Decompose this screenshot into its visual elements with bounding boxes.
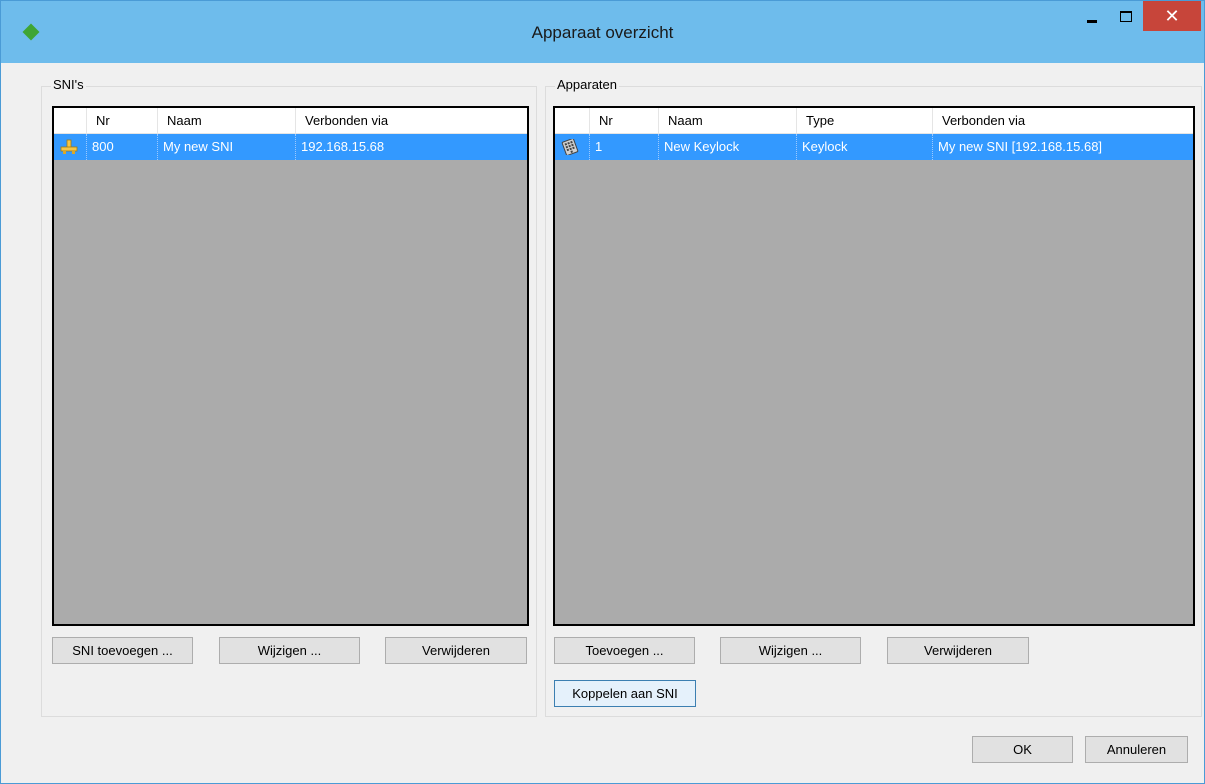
- device-icon-column-header[interactable]: [555, 108, 590, 134]
- sni-column-naam[interactable]: Naam: [158, 108, 296, 134]
- sni-row-verbonden-via: 192.168.15.68: [301, 139, 385, 154]
- sni-column-verbonden-via[interactable]: Verbonden via: [296, 108, 527, 134]
- device-add-button[interactable]: Toevoegen ...: [554, 637, 695, 664]
- apparaat-overzicht-window: Apparaat overzicht ✕ SNI's Nr Naam Verbo…: [0, 0, 1205, 784]
- window-title: Apparaat overzicht: [531, 23, 674, 42]
- ok-button[interactable]: OK: [972, 736, 1073, 763]
- sni-edit-button[interactable]: Wijzigen ...: [219, 637, 360, 664]
- sni-row-icon-cell: [54, 134, 87, 160]
- devices-list[interactable]: Nr Naam Type Verbonden via 1 New Keylock: [553, 106, 1195, 626]
- cancel-button[interactable]: Annuleren: [1085, 736, 1188, 763]
- sni-delete-button[interactable]: Verwijderen: [385, 637, 527, 664]
- sni-list[interactable]: Nr Naam Verbonden via 800 My new SNI 192…: [52, 106, 529, 626]
- devices-column-nr[interactable]: Nr: [590, 108, 659, 134]
- sni-row-nr: 800: [87, 134, 158, 160]
- device-row-nr: 1: [590, 134, 659, 160]
- minimize-icon: [1087, 19, 1097, 23]
- maximize-icon: [1120, 10, 1132, 22]
- device-row-verbonden-via: My new SNI [192.168.15.68]: [938, 139, 1103, 154]
- minimize-button[interactable]: [1079, 1, 1105, 31]
- sni-list-row[interactable]: 800 My new SNI 192.168.15.68: [54, 134, 527, 160]
- devices-column-type[interactable]: Type: [797, 108, 933, 134]
- network-connector-icon: [60, 139, 78, 154]
- title-bar[interactable]: Apparaat overzicht ✕: [1, 1, 1204, 63]
- devices-list-header: Nr Naam Type Verbonden via: [555, 108, 1193, 134]
- device-row-icon-cell: [555, 134, 590, 160]
- sni-add-button[interactable]: SNI toevoegen ...: [52, 637, 193, 664]
- close-icon: ✕: [1164, 5, 1180, 27]
- sni-column-nr[interactable]: Nr: [87, 108, 158, 134]
- devices-list-row[interactable]: 1 New Keylock Keylock My new SNI [192.16…: [555, 134, 1193, 160]
- device-edit-button[interactable]: Wijzigen ...: [720, 637, 861, 664]
- devices-column-verbonden-via[interactable]: Verbonden via: [933, 108, 1193, 134]
- devices-column-naam[interactable]: Naam: [659, 108, 797, 134]
- sni-group-label: SNI's: [51, 77, 86, 92]
- device-row-naam: New Keylock: [659, 134, 797, 160]
- link-to-sni-button[interactable]: Koppelen aan SNI: [554, 680, 696, 707]
- sni-icon-column-header[interactable]: [54, 108, 87, 134]
- sni-list-header: Nr Naam Verbonden via: [54, 108, 527, 134]
- device-row-type: Keylock: [797, 134, 933, 160]
- keylock-icon: [561, 139, 579, 155]
- devices-group-label: Apparaten: [555, 77, 619, 92]
- close-button[interactable]: ✕: [1143, 1, 1201, 31]
- maximize-button[interactable]: [1113, 1, 1139, 31]
- device-delete-button[interactable]: Verwijderen: [887, 637, 1029, 664]
- sni-row-naam: My new SNI: [158, 134, 296, 160]
